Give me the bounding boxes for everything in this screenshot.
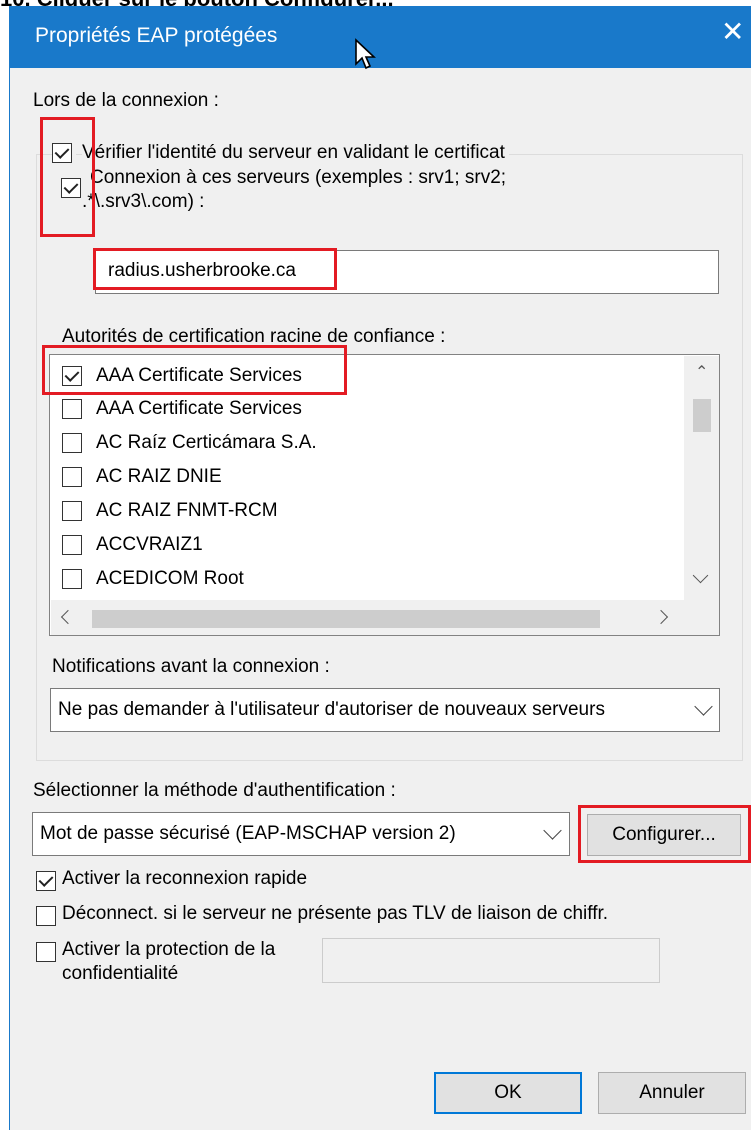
highlight-configure-button — [578, 805, 751, 863]
connect-servers-label-line1: Connexion à ces serveurs (exemples : srv… — [90, 167, 507, 188]
ca-item-label: AAA Certificate Services — [96, 398, 302, 419]
scroll-right-icon[interactable] — [653, 609, 669, 625]
fast-reconnect-checkbox[interactable] — [36, 871, 56, 891]
auth-method-selected: Mot de passe sécurisé (EAP-MSCHAP versio… — [40, 823, 456, 844]
ca-item-checkbox[interactable] — [62, 467, 82, 487]
chevron-down-icon — [543, 821, 562, 840]
ok-button[interactable]: OK — [434, 1072, 582, 1114]
ca-item-checkbox[interactable] — [62, 569, 82, 589]
highlight-checkboxes — [40, 117, 95, 237]
vertical-scroll-thumb[interactable] — [693, 399, 711, 432]
horizontal-scrollbar[interactable] — [51, 600, 684, 635]
scroll-down-icon[interactable] — [692, 567, 709, 584]
ca-item-label: ACEDICOM Root — [96, 568, 244, 589]
root-ca-list[interactable]: AAA Certificate Services AAA Certificate… — [49, 354, 720, 636]
verify-server-label: Vérifier l'identité du serveur en valida… — [82, 142, 509, 164]
disconnect-tlv-label: Déconnect. si le serveur ne présente pas… — [62, 903, 609, 924]
window-title: Propriétés EAP protégées — [35, 24, 278, 47]
fast-reconnect-label: Activer la reconnexion rapide — [62, 868, 308, 889]
mouse-cursor-icon — [355, 38, 376, 70]
title-bar[interactable]: Propriétés EAP protégées ✕ — [9, 6, 751, 70]
horizontal-scroll-thumb[interactable] — [92, 610, 600, 628]
ca-item-checkbox[interactable] — [62, 535, 82, 555]
auth-method-select[interactable]: Mot de passe sécurisé (EAP-MSCHAP versio… — [32, 812, 570, 856]
highlight-root-ca — [42, 345, 347, 395]
cancel-button[interactable]: Annuler — [598, 1072, 746, 1114]
ca-item-label: ACCVRAIZ1 — [96, 534, 203, 555]
close-icon[interactable]: ✕ — [721, 18, 745, 46]
disconnect-tlv-checkbox[interactable] — [36, 906, 56, 926]
connect-servers-label-line2: .*\.srv3\.com) : — [82, 191, 205, 212]
privacy-checkbox[interactable] — [36, 942, 56, 962]
highlight-server-name — [93, 248, 337, 290]
privacy-label-line1: Activer la protection de la — [62, 939, 276, 960]
auth-method-label: Sélectionner la méthode d'authentificati… — [33, 780, 396, 801]
privacy-label-line2: confidentialité — [62, 963, 179, 984]
notifications-label: Notifications avant la connexion : — [52, 656, 330, 677]
scroll-corner — [684, 600, 719, 635]
ca-item-checkbox[interactable] — [62, 501, 82, 521]
ca-item-label: AC RAIZ DNIE — [96, 466, 222, 487]
scroll-up-icon[interactable]: ⌃ — [695, 362, 708, 382]
chevron-down-icon — [694, 697, 713, 716]
privacy-input — [322, 938, 660, 983]
ca-item-checkbox[interactable] — [62, 399, 82, 419]
notifications-select[interactable]: Ne pas demander à l'utilisateur d'autori… — [50, 688, 720, 732]
ca-item-label: AC RAIZ FNMT-RCM — [96, 500, 278, 521]
scroll-left-icon[interactable] — [60, 609, 76, 625]
connection-section-label: Lors de la connexion : — [33, 90, 219, 111]
ca-item-label: AC Raíz Certicámara S.A. — [96, 432, 317, 453]
notifications-selected: Ne pas demander à l'utilisateur d'autori… — [58, 699, 605, 720]
vertical-scrollbar[interactable]: ⌃ — [684, 356, 719, 600]
ca-item-checkbox[interactable] — [62, 433, 82, 453]
